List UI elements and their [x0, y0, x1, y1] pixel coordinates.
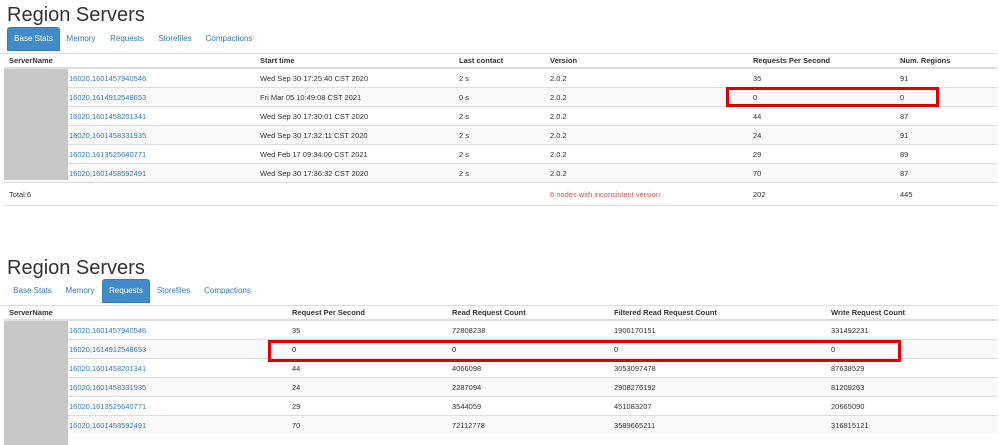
table-cell: 2 s [454, 125, 545, 145]
region-servers-table: ServerName Start time Last contact Versi… [4, 53, 997, 224]
table-cell: 72808238 [447, 319, 609, 340]
table-row: 16020,1601458592491 70 72112778 35896652… [4, 415, 997, 434]
tab-compactions[interactable]: Compactions [203, 27, 255, 51]
table-cell: 0 s [454, 87, 545, 107]
table-cell: Wed Sep 30 17:25:40 CST 2020 [255, 67, 454, 88]
column-header: Start time [255, 53, 454, 69]
panel-title: Region Servers [7, 4, 145, 26]
table-cell: 81209263 [826, 377, 997, 397]
table-row: 16020,1601458201341 Wed Sep 30 17:30:01 … [4, 106, 997, 126]
table-cell: 70 [287, 415, 447, 434]
table-row [4, 205, 997, 224]
table-row: 16020,1601458331935 Wed Sep 30 17:32:11 … [4, 125, 997, 145]
column-header: Filtered Read Request Count [609, 305, 826, 321]
table-cell: 44 [748, 106, 895, 126]
column-header: Request Per Second [287, 305, 447, 321]
table-cell: 1906170151 [609, 319, 826, 340]
redacted-server-names [4, 321, 68, 445]
table-cell: 451083207 [609, 396, 826, 416]
column-header: Last contact [454, 53, 545, 69]
tab-memory[interactable]: Memory [62, 279, 98, 303]
redacted-server-names [4, 69, 68, 180]
highlight-box-zero-requests [726, 87, 939, 107]
table-cell: 316815121 [826, 415, 997, 434]
panel-title: Region Servers [7, 257, 145, 279]
column-header: Num. Regions [895, 53, 997, 69]
table-cell: 2.0.2 [545, 67, 748, 88]
table-cell: 91 [895, 67, 997, 88]
table-cell: 72112778 [447, 415, 609, 434]
table-cell: 24 [748, 125, 895, 145]
table-row: 16020,1601458592491 Wed Sep 30 17:36:32 … [4, 163, 997, 183]
table-cell: 2 s [454, 106, 545, 126]
column-header: Write Request Count [826, 305, 997, 321]
table-row: 16020,1613525640771 29 3544059 451083207… [4, 396, 997, 416]
table-cell: 331492231 [826, 319, 997, 340]
table-row: 16020,1601458331935 24 2287094 290827619… [4, 377, 997, 397]
table-cell: 2.0.2 [545, 163, 748, 183]
region-servers-panel-requests: Region Servers Base Stats Memory Request… [0, 254, 999, 445]
table-cell: 3544059 [447, 396, 609, 416]
tab-base-stats[interactable]: Base Stats [7, 27, 60, 51]
column-header: Version [545, 53, 748, 69]
region-servers-panel-base-stats: Region Servers Base Stats Memory Request… [0, 0, 999, 224]
table-cell: 91 [895, 125, 997, 145]
table-cell: 2 s [454, 163, 545, 183]
table-cell: 2.0.2 [545, 106, 748, 126]
tab-compactions[interactable]: Compactions [201, 279, 254, 303]
table-cell: Wed Sep 30 17:36:32 CST 2020 [255, 163, 454, 183]
table-cell: 2908276192 [609, 377, 826, 397]
region-servers-requests-table: ServerName Request Per Second Read Reque… [4, 305, 997, 434]
highlight-box-zero-requests [268, 340, 901, 362]
tab-storefiles[interactable]: Storefiles [153, 279, 194, 303]
tab-bar: Base Stats Memory Requests Storefiles Co… [0, 27, 997, 54]
table-row: 16020,1601457940546 35 72808238 19061701… [4, 319, 997, 340]
column-header: Requests Per Second [748, 53, 895, 69]
table-cell: 2.0.2 [545, 87, 748, 107]
table-cell: 20665090 [826, 396, 997, 416]
table-cell: 35 [748, 67, 895, 88]
table-cell: 70 [748, 163, 895, 183]
table-cell: 29 [748, 144, 895, 164]
table-row: 16020,1601457940546 Wed Sep 30 17:25:40 … [4, 67, 997, 88]
table-cell: 2287094 [447, 377, 609, 397]
table-cell: 89 [895, 144, 997, 164]
version-warning: 6 nodes with inconsistent version [545, 182, 748, 206]
table-cell: Wed Feb 17 09:34:00 CST 2021 [255, 144, 454, 164]
table-header-row: ServerName Request Per Second Read Reque… [4, 305, 997, 321]
table-cell: 2 s [454, 67, 545, 88]
table-cell: 2.0.2 [545, 125, 748, 145]
table-cell: 87 [895, 163, 997, 183]
table-cell [454, 182, 545, 206]
total-label: Total:6 [4, 182, 255, 206]
table-header-row: ServerName Start time Last contact Versi… [4, 53, 997, 69]
column-header: ServerName [4, 53, 255, 69]
table-cell: 2 s [454, 144, 545, 164]
table-cell: 35 [287, 319, 447, 340]
table-cell: 2.0.2 [545, 144, 748, 164]
table-cell: 3589665211 [609, 415, 826, 434]
tab-storefiles[interactable]: Storefiles [155, 27, 195, 51]
table-cell: Wed Sep 30 17:30:01 CST 2020 [255, 106, 454, 126]
table-cell: 24 [287, 377, 447, 397]
tab-requests[interactable]: Requests [102, 279, 150, 303]
table-cell [4, 205, 997, 224]
table-cell: 87 [895, 106, 997, 126]
column-header: ServerName [4, 305, 287, 321]
table-row: 16020,1613525640771 Wed Feb 17 09:34:00 … [4, 144, 997, 164]
column-header: Read Request Count [447, 305, 609, 321]
tab-memory[interactable]: Memory [64, 27, 98, 51]
total-requests: 202 [748, 182, 895, 206]
table-cell: Fri Mar 05 10:49:08 CST 2021 [255, 87, 454, 107]
total-row: Total:6 6 nodes with inconsistent versio… [4, 182, 997, 206]
total-regions: 445 [895, 182, 997, 206]
tab-requests[interactable]: Requests [108, 27, 146, 51]
table-cell [255, 182, 454, 206]
table-cell: 29 [287, 396, 447, 416]
tab-base-stats[interactable]: Base Stats [7, 279, 58, 303]
table-cell: Wed Sep 30 17:32:11 CST 2020 [255, 125, 454, 145]
tab-bar: Base Stats Memory Requests Storefiles Co… [0, 279, 997, 306]
